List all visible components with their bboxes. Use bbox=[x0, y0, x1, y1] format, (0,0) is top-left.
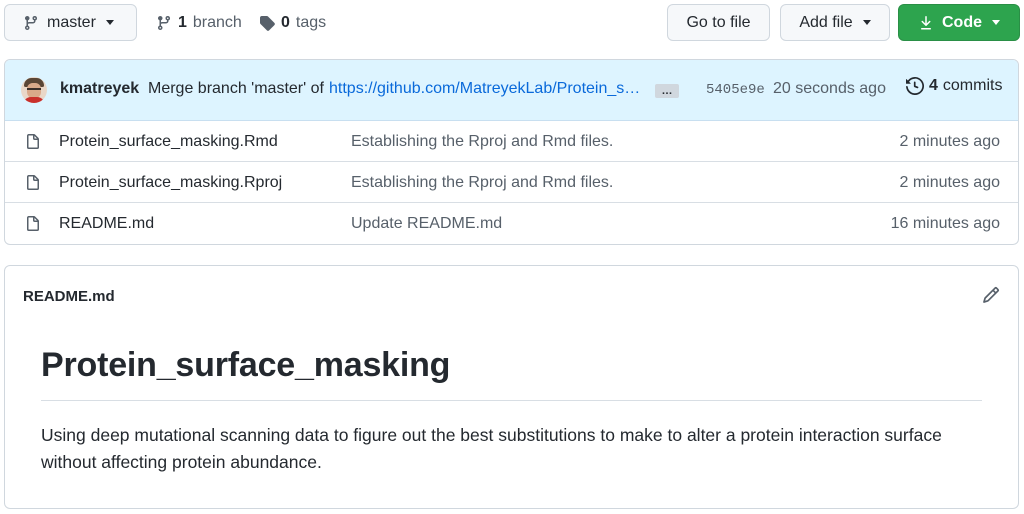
go-to-file-button[interactable]: Go to file bbox=[667, 4, 770, 41]
download-icon bbox=[921, 15, 931, 29]
commit-time: 20 seconds ago bbox=[773, 80, 886, 97]
tag-count: 0 bbox=[281, 13, 290, 31]
file-icon bbox=[27, 134, 39, 149]
add-file-button[interactable]: Add file bbox=[780, 4, 890, 41]
readme-filename[interactable]: README.md bbox=[23, 288, 115, 305]
readme-description: Using deep mutational scanning data to f… bbox=[41, 425, 942, 472]
caret-down-icon bbox=[992, 20, 1000, 25]
add-file-label: Add file bbox=[799, 13, 853, 31]
file-icon bbox=[27, 216, 39, 231]
repo-page: master 1 branch 0 tags Go to file Add fi… bbox=[0, 0, 1024, 514]
branch-label: master bbox=[47, 13, 96, 31]
file-age: 2 minutes ago bbox=[899, 133, 1000, 150]
commit-message-link[interactable]: https://github.com/MatreyekLab/Protein_s… bbox=[329, 80, 643, 98]
commits-history-link[interactable]: 4 commits bbox=[906, 77, 1002, 95]
file-commit-message[interactable]: Update README.md bbox=[351, 215, 502, 233]
tags-link[interactable]: 0 tags bbox=[259, 4, 326, 41]
caret-down-icon bbox=[862, 20, 871, 25]
branch-select-button[interactable]: master bbox=[4, 4, 137, 41]
commit-sha[interactable]: 5405e9e bbox=[706, 82, 765, 98]
branch-count: 1 bbox=[178, 13, 187, 31]
file-row[interactable]: README.md Update README.md 16 minutes ag… bbox=[5, 203, 1018, 244]
commit-count: 4 bbox=[929, 77, 938, 94]
git-branch-icon bbox=[157, 15, 170, 30]
caret-down-icon bbox=[105, 20, 114, 25]
pencil-icon[interactable] bbox=[982, 286, 1000, 304]
file-name[interactable]: README.md bbox=[59, 215, 154, 233]
commit-count-word: commits bbox=[942, 77, 1003, 94]
tag-word: tags bbox=[295, 13, 327, 31]
go-to-file-label: Go to file bbox=[686, 13, 751, 31]
history-icon bbox=[906, 77, 924, 95]
file-name[interactable]: Protein_surface_masking.Rproj bbox=[59, 174, 282, 192]
heading-divider bbox=[41, 400, 982, 401]
file-row[interactable]: Protein_surface_masking.Rmd Establishing… bbox=[5, 121, 1018, 162]
file-commit-message[interactable]: Establishing the Rproj and Rmd files. bbox=[351, 174, 613, 192]
repo-toolbar: master 1 branch 0 tags Go to file Add fi… bbox=[4, 4, 1020, 42]
code-button[interactable]: Code bbox=[898, 4, 1020, 41]
author-avatar[interactable] bbox=[21, 77, 47, 103]
file-age: 16 minutes ago bbox=[890, 215, 1000, 232]
file-name[interactable]: Protein_surface_masking.Rmd bbox=[59, 133, 278, 151]
git-branch-icon bbox=[24, 15, 37, 30]
file-icon bbox=[27, 175, 39, 190]
file-row[interactable]: Protein_surface_masking.Rproj Establishi… bbox=[5, 162, 1018, 203]
readme-heading: Protein_surface_masking bbox=[41, 346, 451, 384]
file-age: 2 minutes ago bbox=[899, 174, 1000, 191]
branch-word: branch bbox=[192, 13, 242, 31]
readme-panel: README.md Protein_surface_masking Using … bbox=[4, 265, 1019, 509]
branches-link[interactable]: 1 branch bbox=[156, 4, 242, 41]
file-browser: kmatreyek Merge branch 'master' of https… bbox=[4, 59, 1019, 245]
expand-commit-button[interactable]: … bbox=[655, 84, 679, 98]
latest-commit-bar: kmatreyek Merge branch 'master' of https… bbox=[5, 60, 1018, 121]
commit-author[interactable]: kmatreyek bbox=[60, 80, 139, 98]
commit-message: Merge branch 'master' of bbox=[148, 80, 324, 97]
code-label: Code bbox=[942, 13, 982, 31]
tag-icon bbox=[260, 15, 275, 31]
file-commit-message[interactable]: Establishing the Rproj and Rmd files. bbox=[351, 133, 613, 151]
